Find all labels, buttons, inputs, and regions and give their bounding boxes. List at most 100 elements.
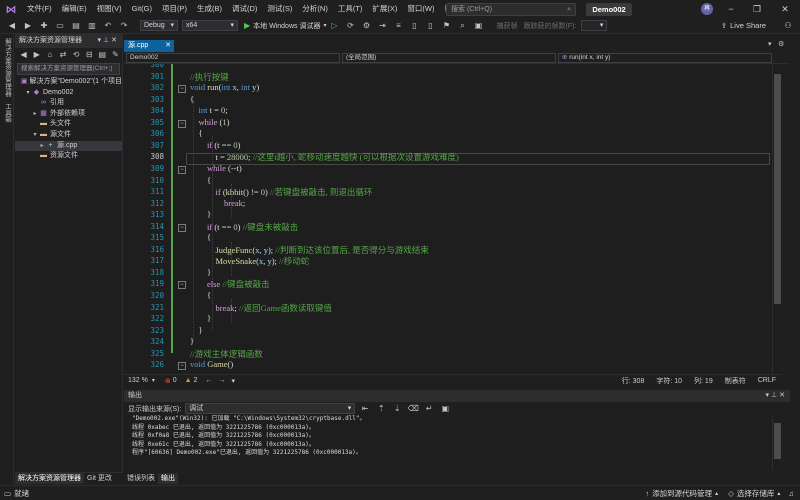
code-line[interactable]: while (--t): [190, 163, 242, 173]
code-line[interactable]: break;: [190, 198, 245, 208]
expanded-caret-icon[interactable]: ▾: [24, 88, 32, 99]
scrollbar-thumb[interactable]: [774, 423, 781, 459]
code-line[interactable]: if (kbhit() != 0) //若键盘被敲击, 则退出循环: [190, 186, 373, 198]
comment-icon[interactable]: ▯: [408, 20, 420, 32]
redo-icon[interactable]: ↷: [118, 20, 130, 32]
tree-item[interactable]: ▾ ◆ Demo002: [15, 88, 122, 99]
pin-icon[interactable]: ⊥: [771, 392, 779, 399]
code-line[interactable]: //执行按键: [190, 71, 229, 83]
frame-count-select[interactable]: ▾: [581, 20, 608, 31]
back-icon[interactable]: ◀: [19, 49, 28, 61]
tree-item[interactable]: ▸ ▦ 外部依赖项: [15, 109, 122, 120]
close-icon[interactable]: ✕: [772, 0, 798, 18]
code-line[interactable]: t = 28000; //这里t越小, 蛇移动速度越快 (可以根据次设置游戏难度…: [190, 151, 459, 163]
code-line[interactable]: {: [190, 232, 211, 242]
fold-toggle-icon[interactable]: −: [178, 281, 186, 290]
save-all-icon[interactable]: ▥: [86, 20, 98, 32]
fold-toggle-icon[interactable]: −: [178, 165, 186, 174]
find-icon[interactable]: ⌕: [456, 20, 468, 32]
tree-item[interactable]: ▣ 解决方案"Demo002"(1 个项目: [15, 77, 122, 88]
tab-source-cpp[interactable]: 源.cpp ✕: [124, 40, 174, 52]
tab-git-changes[interactable]: Git 更改: [84, 473, 115, 484]
minimize-icon[interactable]: −: [718, 0, 744, 18]
code-editor[interactable]: 300 301 302 303 304 305 306 307 308 309 310 311 312 3…: [124, 64, 772, 374]
settings-icon[interactable]: ⚙: [778, 40, 784, 48]
menu-item[interactable]: 工具(T): [333, 0, 368, 18]
format-icon[interactable]: ≡: [392, 20, 404, 32]
clear-icon[interactable]: ⌫: [407, 403, 419, 415]
back-icon[interactable]: ◀: [6, 20, 18, 32]
code-line[interactable]: {: [190, 128, 203, 138]
eol-mode[interactable]: CRLF: [758, 377, 776, 384]
tab-error-list[interactable]: 错误列表: [124, 473, 158, 484]
project-dropdown[interactable]: Demo002: [126, 53, 340, 63]
code-line[interactable]: break; //返回Game函数读取键值: [190, 302, 332, 314]
forward-icon[interactable]: ▶: [22, 20, 34, 32]
fold-toggle-icon[interactable]: −: [178, 119, 186, 128]
toolbox-side-tab[interactable]: 工具箱: [2, 103, 12, 123]
output-text-area[interactable]: "Demo002.exe"(Win32): 已加载 "C:\Windows\Sy…: [124, 415, 772, 470]
tab-mode[interactable]: 制表符: [725, 376, 746, 386]
capture-frame-button[interactable]: 捕获帧: [496, 21, 517, 31]
solution-name-badge[interactable]: Demo002: [586, 3, 632, 16]
menu-item[interactable]: 调试(D): [227, 0, 262, 18]
code-line[interactable]: void Game(): [190, 359, 233, 369]
solution-explorer-search[interactable]: 搜索解决方案资源管理器(Ctrl+;): [17, 63, 120, 75]
next-message-icon[interactable]: ⇣: [391, 403, 403, 415]
output-scrollbar[interactable]: [772, 415, 782, 470]
show-all-icon[interactable]: ▤: [98, 49, 107, 61]
menu-item[interactable]: 生成(B): [192, 0, 227, 18]
tree-item[interactable]: ▾ ▬ 源文件: [15, 130, 122, 141]
find-message-icon[interactable]: ⇤: [359, 403, 371, 415]
maximize-icon[interactable]: ❐: [744, 0, 770, 18]
start-without-debug-icon[interactable]: ▷: [328, 20, 340, 32]
code-line[interactable]: if (t == 0) //键盘未被敲击: [190, 221, 298, 233]
scrollbar-thumb[interactable]: [774, 74, 781, 304]
save-icon[interactable]: ▤: [70, 20, 82, 32]
code-line[interactable]: }: [190, 313, 211, 323]
fold-toggle-icon[interactable]: −: [178, 85, 186, 94]
fold-toggle-icon[interactable]: −: [178, 223, 186, 232]
properties-icon[interactable]: ✎: [111, 49, 120, 61]
menu-item[interactable]: 扩展(X): [367, 0, 402, 18]
prev-message-icon[interactable]: ⇡: [375, 403, 387, 415]
output-source-select[interactable]: 调试 ▾: [185, 403, 356, 414]
avatar[interactable]: 再: [701, 3, 713, 15]
code-line[interactable]: }: [190, 267, 211, 277]
step-icon[interactable]: ⇥: [376, 20, 388, 32]
select-repo-button[interactable]: 选择存储库: [737, 488, 775, 499]
menu-item[interactable]: 测试(S): [262, 0, 297, 18]
menu-item[interactable]: 文件(F): [22, 0, 57, 18]
close-icon[interactable]: ✕: [165, 40, 171, 52]
prev-issue-icon[interactable]: ←: [206, 377, 213, 384]
tab-dropdown-icon[interactable]: ▾: [768, 40, 772, 48]
code-line[interactable]: while (1): [190, 117, 230, 127]
code-line[interactable]: //游戏主体逻辑函数: [190, 348, 263, 360]
menu-item[interactable]: 窗口(W): [402, 0, 439, 18]
add-source-control-button[interactable]: 添加到源代码管理: [652, 488, 712, 499]
close-icon[interactable]: ✕: [779, 392, 787, 399]
output-window-icon[interactable]: ▣: [439, 403, 451, 415]
collapsed-caret-icon[interactable]: ▸: [31, 109, 39, 120]
run-debugger-button[interactable]: ▶ 本地 Windows 调试器 ▾: [244, 21, 326, 31]
tab-solution-explorer[interactable]: 解决方案资源管理器: [15, 473, 84, 484]
zoom-level[interactable]: 132 %: [128, 377, 148, 384]
menu-item[interactable]: Git(G): [127, 0, 157, 18]
function-dropdown[interactable]: ⊕ run(int x, int y): [558, 53, 772, 63]
expanded-caret-icon[interactable]: ▾: [31, 130, 39, 141]
open-icon[interactable]: ▭: [54, 20, 66, 32]
fold-toggle-icon[interactable]: −: [178, 362, 186, 371]
home-icon[interactable]: ⌂: [45, 49, 54, 61]
collapsed-caret-icon[interactable]: ▸: [38, 141, 46, 152]
close-icon[interactable]: ✕: [111, 37, 119, 44]
collapse-icon[interactable]: ⊟: [85, 49, 94, 61]
sync-icon[interactable]: ⟲: [72, 49, 81, 61]
settings-icon[interactable]: ⚙: [360, 20, 372, 32]
next-issue-icon[interactable]: →: [219, 377, 226, 384]
editor-vertical-scrollbar[interactable]: [772, 64, 782, 374]
bookmark-icon[interactable]: ⚑: [440, 20, 452, 32]
code-line[interactable]: {: [190, 290, 211, 300]
code-line[interactable]: }: [190, 325, 203, 335]
tab-output[interactable]: 输出: [158, 472, 178, 484]
code-line[interactable]: }: [190, 209, 211, 219]
